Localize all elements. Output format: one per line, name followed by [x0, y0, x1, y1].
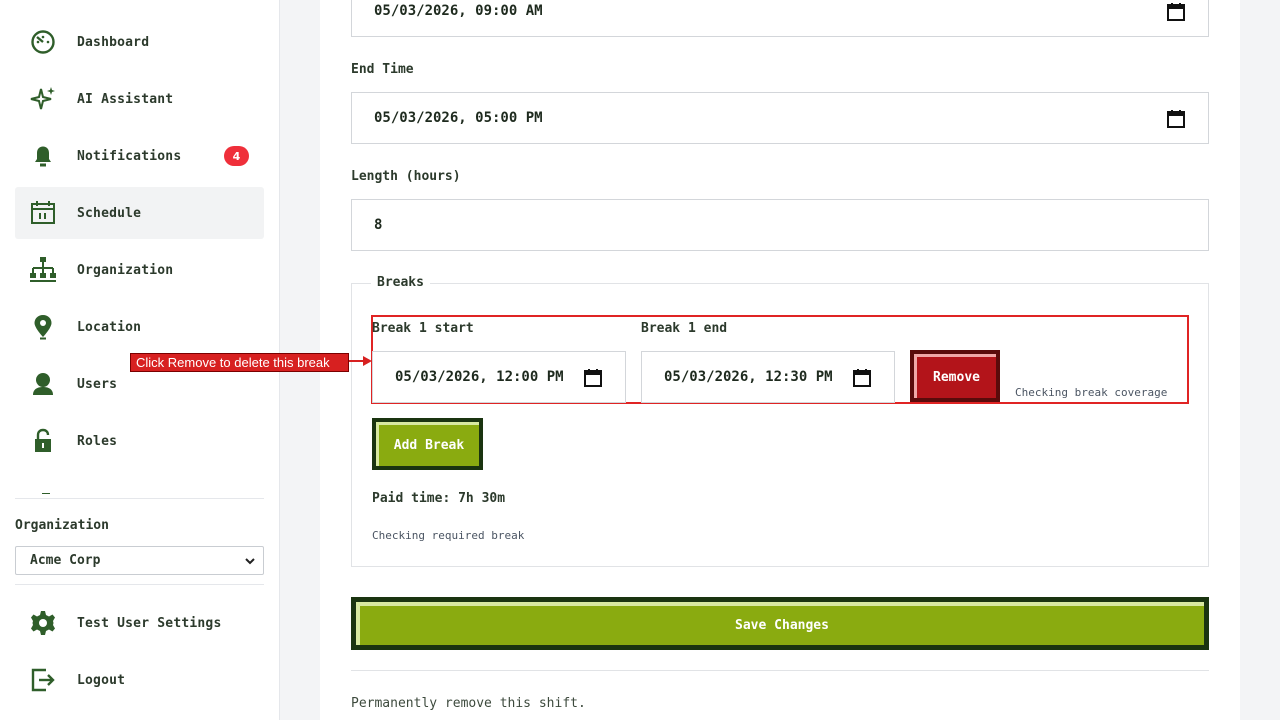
map-pin-icon — [29, 312, 63, 342]
sidebar-item-settings[interactable]: Test User Settings — [15, 597, 264, 649]
sidebar-item-label: Organization — [77, 262, 174, 278]
arrow-right-icon — [349, 356, 372, 366]
calendar-picker-icon[interactable] — [583, 368, 603, 388]
breaks-legend: Breaks — [371, 275, 430, 290]
break-end-label: Break 1 end — [641, 321, 728, 336]
end-time-value: 05/03/2026, 05:00 PM — [374, 110, 543, 126]
remove-break-label: Remove — [914, 354, 996, 398]
sidebar-divider — [15, 584, 264, 585]
length-label: Length (hours) — [351, 169, 461, 184]
sidebar-item-dashboard[interactable]: Dashboard — [15, 16, 264, 68]
break-end-value: 05/03/2026, 12:30 PM — [664, 369, 833, 385]
sidebar-item-label: Schedule — [77, 205, 142, 221]
sidebar-item-label: Dashboard — [77, 34, 150, 50]
sidebar-item-label: Users — [77, 376, 118, 392]
sidebar-item-label: Location — [77, 319, 142, 335]
break-end-input[interactable]: 05/03/2026, 12:30 PM — [641, 351, 895, 403]
sidebar-item-label: AI Assistant — [77, 91, 174, 107]
organization-select[interactable]: Acme Corp — [15, 546, 264, 575]
user-icon — [29, 369, 63, 399]
lock-icon — [29, 426, 63, 456]
add-break-label: Add Break — [376, 422, 479, 466]
sidebar-divider — [15, 498, 264, 499]
instruction-tooltip: Click Remove to delete this break — [130, 353, 349, 372]
sidebar-item-label: Test User Settings — [77, 615, 222, 631]
chevron-down-icon — [245, 558, 255, 565]
sidebar-item-label: Roles — [77, 433, 118, 449]
length-value: 8 — [374, 217, 383, 233]
org-chart-icon — [29, 255, 63, 285]
break-start-value: 05/03/2026, 12:00 PM — [395, 369, 564, 385]
start-time-value: 05/03/2026, 09:00 AM — [374, 3, 543, 19]
sidebar-item-notifications[interactable]: Notifications 4 — [15, 130, 264, 182]
add-break-button[interactable]: Add Break — [372, 418, 483, 470]
calendar-picker-icon[interactable] — [852, 368, 872, 388]
sidebar-item-roles[interactable]: Roles — [15, 415, 264, 467]
break-coverage-status: Checking break coverage — [1015, 386, 1168, 399]
break-start-input[interactable]: 05/03/2026, 12:00 PM — [372, 351, 626, 403]
delete-shift-description: Permanently remove this shift. — [351, 696, 586, 711]
sparkle-icon — [29, 84, 63, 114]
sidebar-item-location[interactable]: Location — [15, 301, 264, 353]
logout-icon — [29, 665, 63, 695]
gear-icon — [29, 608, 63, 638]
save-changes-label: Save Changes — [356, 602, 1204, 645]
break-start-label: Break 1 start — [372, 321, 474, 336]
sidebar-item-schedule[interactable]: Schedule — [15, 187, 264, 239]
paid-time-text: Paid time: 7h 30m — [372, 491, 506, 506]
dashboard-icon — [29, 27, 63, 57]
section-divider — [351, 670, 1209, 671]
calendar-picker-icon[interactable] — [1166, 2, 1186, 22]
sidebar-item-label: Logout — [77, 672, 126, 688]
save-changes-button[interactable]: Save Changes — [351, 597, 1209, 650]
sidebar-item-organization[interactable]: Organization — [15, 244, 264, 296]
sidebar-item-logout[interactable]: Logout — [15, 654, 264, 706]
start-time-input[interactable]: 05/03/2026, 09:00 AM — [351, 0, 1209, 37]
end-time-label: End Time — [351, 62, 414, 77]
calendar-icon — [29, 198, 63, 228]
organization-select-value: Acme Corp — [30, 553, 101, 568]
bell-icon — [29, 141, 63, 171]
notification-count-badge: 4 — [224, 146, 249, 166]
length-input[interactable]: 8 — [351, 199, 1209, 251]
organization-label: Organization — [15, 518, 109, 533]
partial-nav-icon — [34, 486, 58, 494]
sidebar-item-ai-assistant[interactable]: AI Assistant — [15, 73, 264, 125]
end-time-input[interactable]: 05/03/2026, 05:00 PM — [351, 92, 1209, 144]
calendar-picker-icon[interactable] — [1166, 109, 1186, 129]
required-break-status: Checking required break — [372, 529, 525, 542]
sidebar-item-label: Notifications — [77, 148, 182, 164]
remove-break-button[interactable]: Remove — [910, 350, 1000, 402]
